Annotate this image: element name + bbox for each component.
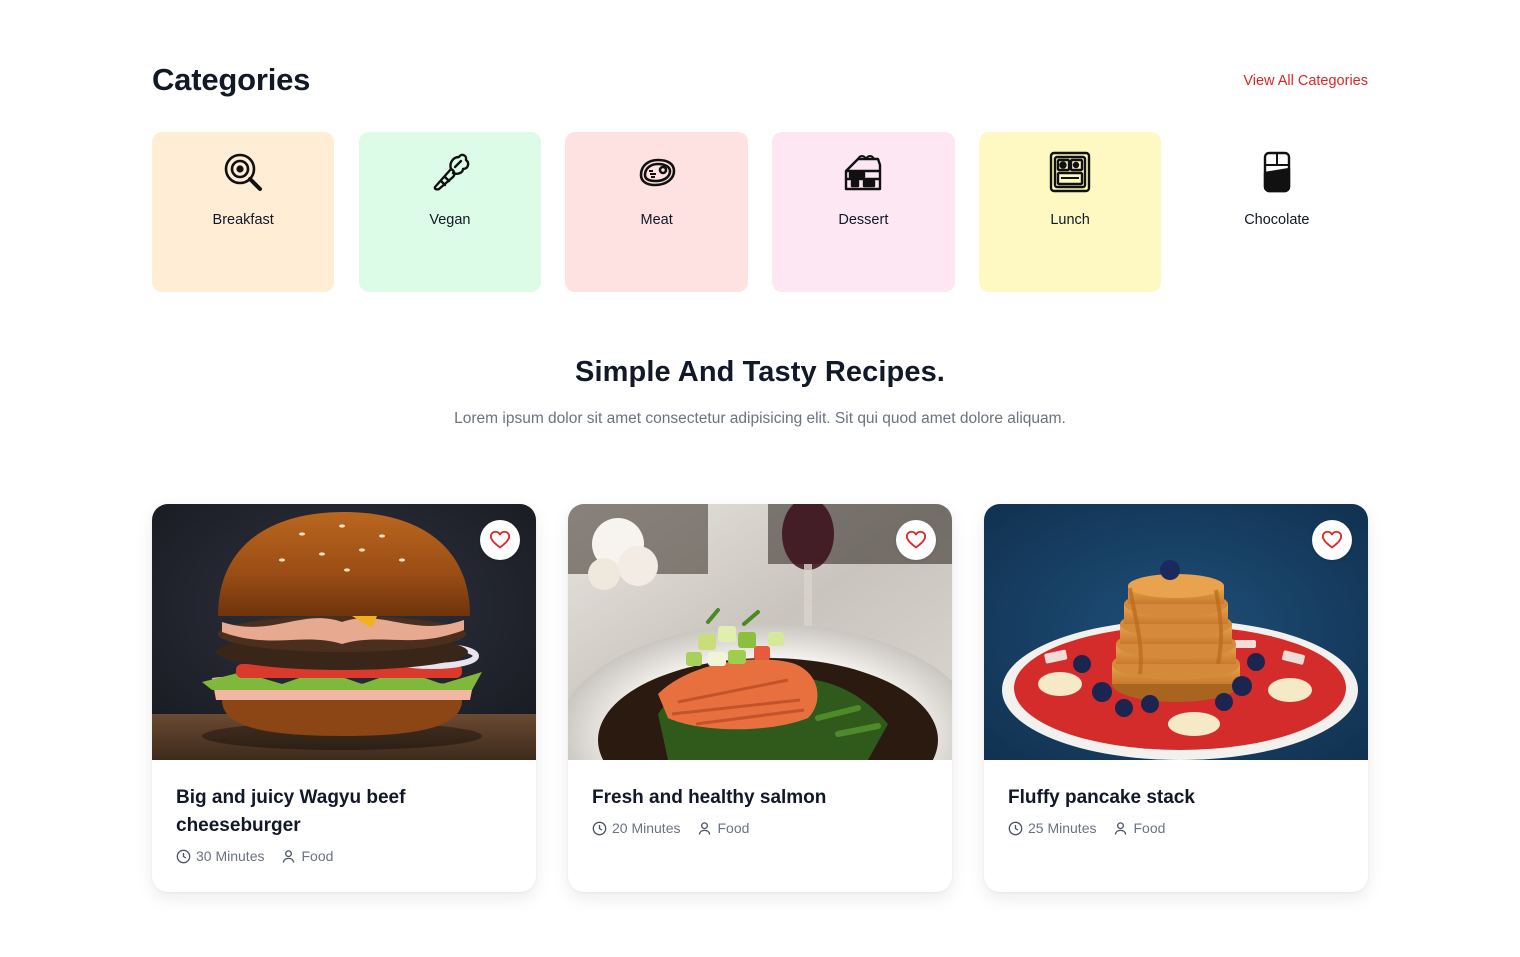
vegetable-icon (428, 150, 472, 194)
category-label: Meat (640, 212, 673, 228)
recipe-time: 30 Minutes (196, 848, 265, 864)
heart-icon (489, 530, 511, 549)
category-card-vegan[interactable]: Vegan (358, 132, 542, 292)
recipe-title[interactable]: Big and juicy Wagyu beef cheeseburger (176, 784, 512, 840)
heart-icon (905, 530, 927, 549)
clock-icon (1008, 821, 1023, 835)
recipe-time: 25 Minutes (1028, 820, 1097, 836)
category-label: Chocolate (1244, 212, 1310, 228)
recipe-title[interactable]: Fresh and healthy salmon (592, 784, 928, 812)
recipe-card[interactable]: Big and juicy Wagyu beef cheeseburger 30… (152, 504, 536, 892)
recipe-category: Food (301, 848, 334, 864)
category-card-chocolate[interactable]: Chocolate (1185, 132, 1369, 292)
user-icon (1115, 821, 1127, 835)
meat-steak-icon (635, 150, 679, 194)
favorite-button[interactable] (896, 520, 936, 560)
salmon-photo (568, 504, 952, 760)
category-label: Vegan (429, 212, 471, 228)
burger-photo (152, 504, 536, 760)
categories-title: Categories (152, 62, 311, 97)
chocolate-bar-icon (1255, 150, 1299, 194)
category-card-meat[interactable]: Meat (565, 132, 748, 292)
recipe-card[interactable]: Fluffy pancake stack 25 Minutes Food (984, 504, 1368, 892)
categories-header: Categories View All Categories (152, 62, 1368, 106)
recipe-time: 20 Minutes (612, 820, 681, 836)
recipe-card[interactable]: Fresh and healthy salmon 20 Minutes Food (568, 504, 952, 892)
category-label: Lunch (1050, 212, 1090, 228)
categories-list: Breakfast Vegan Meat Dessert Lunch Choco… (152, 132, 1369, 292)
category-card-dessert[interactable]: Dessert (772, 132, 955, 292)
frying-pan-icon (221, 150, 265, 194)
recipe-cards: Big and juicy Wagyu beef cheeseburger 30… (152, 504, 1368, 892)
pancake-photo (984, 504, 1368, 760)
category-label: Breakfast (212, 212, 274, 228)
heart-icon (1321, 530, 1343, 549)
recipes-header: Simple And Tasty Recipes. Lorem ipsum do… (0, 356, 1520, 431)
favorite-button[interactable] (1312, 520, 1352, 560)
view-all-categories-link[interactable]: View All Categories (1243, 73, 1368, 89)
favorite-button[interactable] (480, 520, 520, 560)
clock-icon (176, 849, 191, 863)
category-label: Dessert (838, 212, 889, 228)
clock-icon (592, 821, 607, 835)
recipe-category: Food (1133, 820, 1166, 836)
cake-slice-icon (841, 150, 885, 194)
category-card-breakfast[interactable]: Breakfast (152, 132, 335, 292)
category-card-lunch[interactable]: Lunch (978, 132, 1162, 292)
recipe-title[interactable]: Fluffy pancake stack (1008, 784, 1344, 812)
user-icon (283, 849, 295, 863)
recipes-title: Simple And Tasty Recipes. (575, 356, 945, 388)
recipes-description: Lorem ipsum dolor sit amet consectetur a… (454, 410, 1066, 427)
user-icon (699, 821, 711, 835)
recipe-category: Food (717, 820, 750, 836)
lunch-box-icon (1048, 150, 1092, 194)
